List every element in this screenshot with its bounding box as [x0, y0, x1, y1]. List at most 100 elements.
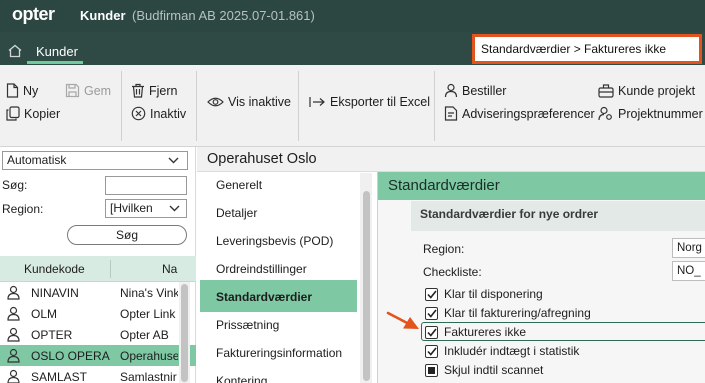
column-header-kundekode[interactable]: Kundekode [24, 262, 85, 276]
tab-kunder[interactable]: Kunder [36, 44, 78, 59]
person-icon [444, 83, 458, 98]
search-input[interactable] [472, 34, 702, 64]
checkbox-label: Skjul indtil scannet [444, 363, 544, 377]
filter-select-value: Automatisk [7, 153, 67, 167]
customer-project-button[interactable]: Kunde projekt [598, 83, 695, 98]
column-header-name[interactable]: Na [162, 262, 177, 276]
customer-icon [6, 285, 21, 300]
indeterminate-mark [428, 366, 435, 374]
checkbox-box[interactable] [425, 306, 438, 320]
subsection-header: Standardværdier for nye ordrer [411, 201, 705, 231]
table-row[interactable]: NINAVIN Nina's Vink [0, 282, 196, 303]
customer-code: OLM [31, 307, 58, 321]
scrollbar-thumb[interactable] [363, 191, 370, 381]
document-edit-icon [444, 106, 458, 121]
project-number-button[interactable]: Projektnummer [598, 106, 703, 121]
customer-icon [6, 369, 21, 383]
customer-grid: Kundekode Na NINAVIN Nina's Vink OLM Opt… [0, 256, 196, 383]
export-excel-button[interactable]: Eksporter til Excel [309, 95, 430, 109]
company-info: (Budfirman AB 2025.07-01.861) [132, 8, 315, 23]
customer-title: Operahuset Oslo [207, 151, 317, 167]
home-icon[interactable] [7, 43, 23, 59]
remove-label: Fjern [149, 83, 178, 98]
table-row[interactable]: OLM Opter Link [0, 303, 196, 324]
export-excel-label: Eksporter til Excel [330, 95, 431, 109]
export-arrow-icon [309, 97, 325, 107]
checkbox-hide-until-scanned[interactable]: Skjul indtil scannet [425, 363, 543, 377]
menu-item-leveringsbevis[interactable]: Leveringsbevis (POD) [216, 234, 333, 248]
table-row[interactable]: OPTER Opter AB [0, 324, 196, 345]
column-divider [110, 260, 111, 278]
default-values-panel: Standardværdier Standardværdier for nye … [377, 172, 705, 383]
region-label: Region: [2, 202, 44, 216]
filter-select[interactable]: Automatisk [2, 151, 188, 170]
customer-name: Samlastnir [120, 370, 177, 383]
region-field-label: Region: [423, 242, 465, 256]
person-search-icon [598, 106, 612, 121]
highlight-frame [421, 322, 705, 341]
table-row[interactable]: SAMLAST Samlastnir [0, 366, 196, 383]
section-title: Standardværdier [388, 177, 500, 194]
customer-icon [6, 348, 21, 363]
inactive-button[interactable]: Inaktiv [131, 106, 186, 121]
menu-item-ordreindstillinger[interactable]: Ordreindstillinger [216, 262, 307, 276]
search-button[interactable]: Søg [67, 225, 187, 245]
scrollbar-thumb[interactable] [181, 284, 188, 382]
menu-item-standardvaerdier[interactable]: Standardværdier [216, 290, 312, 304]
toolbar-separator [121, 71, 122, 141]
toolbar-separator [298, 71, 299, 141]
project-number-label: Projektnummer [618, 106, 703, 121]
remove-button[interactable]: Fjern [131, 83, 177, 98]
checkbox-ready-for-invoicing[interactable]: Klar til fakturering/afregning [425, 306, 591, 320]
toolbar: Ny Gem Kopier Fjern Inaktiv Vis inaktive… [0, 65, 705, 147]
app-window: opter Kunder (Budfirman AB 2025.07-01.86… [0, 0, 705, 383]
menu-scrollbar[interactable] [360, 173, 372, 383]
menu-item-prissaetning[interactable]: Prissætning [216, 318, 279, 332]
title-bar: opter Kunder (Budfirman AB 2025.07-01.86… [0, 0, 705, 32]
new-document-icon [6, 83, 19, 98]
search-label: Søg: [2, 178, 28, 192]
menu-item-kontering[interactable]: Kontering [216, 374, 267, 383]
checklist-field[interactable]: NO_ [672, 261, 705, 281]
grid-scrollbar[interactable] [179, 282, 190, 383]
table-row-selected[interactable]: OSLO OPERA Operahuse [0, 345, 196, 366]
new-button[interactable]: Ny [6, 83, 38, 98]
checkbox-include-revenue[interactable]: Inkludér indtægt i statistik [425, 344, 579, 358]
circle-x-icon [131, 106, 146, 121]
checkmark-icon [426, 309, 437, 318]
app-logo: opter [12, 4, 55, 24]
customer-code: NINAVIN [31, 286, 79, 300]
menu-item-faktureringsinformation[interactable]: Faktureringsinformation [216, 346, 342, 360]
active-tab-indicator [27, 61, 83, 64]
chevron-down-icon [168, 157, 179, 164]
orderer-label: Bestiller [462, 83, 507, 98]
customer-search-input[interactable] [105, 176, 187, 195]
customer-name: Opter Link [120, 307, 176, 321]
save-label: Gem [84, 83, 112, 98]
customer-code: OSLO OPERA [31, 349, 110, 363]
show-inactive-button[interactable]: Vis inaktive [207, 95, 291, 109]
notification-prefs-button[interactable]: Adviseringspræferencer [444, 106, 595, 121]
region-select-value: [Hvilken [110, 201, 153, 215]
checkmark-icon [426, 290, 437, 299]
copy-icon [6, 106, 20, 121]
region-select[interactable]: [Hvilken [105, 199, 187, 218]
region-field[interactable]: Norg [672, 238, 705, 258]
copy-button[interactable]: Kopier [6, 106, 60, 121]
chevron-down-icon [169, 205, 180, 212]
project-icon [598, 84, 614, 98]
checkbox-box[interactable] [425, 363, 438, 377]
checkbox-box[interactable] [425, 287, 438, 301]
save-button[interactable]: Gem [65, 83, 111, 98]
checkbox-box[interactable] [425, 344, 438, 358]
checkbox-label: Klar til disponering [444, 287, 543, 301]
inactive-label: Inaktiv [150, 106, 187, 121]
trash-icon [132, 83, 144, 98]
checkbox-ready-for-dispatch[interactable]: Klar til disponering [425, 287, 543, 301]
menu-item-detaljer[interactable]: Detaljer [216, 206, 257, 220]
settings-menu: Generelt Detaljer Leveringsbevis (POD) O… [198, 173, 374, 383]
checklist-field-label: Checkliste: [423, 265, 482, 279]
customer-icon [6, 327, 21, 342]
menu-item-generelt[interactable]: Generelt [216, 178, 262, 192]
orderer-button[interactable]: Bestiller [444, 83, 506, 98]
